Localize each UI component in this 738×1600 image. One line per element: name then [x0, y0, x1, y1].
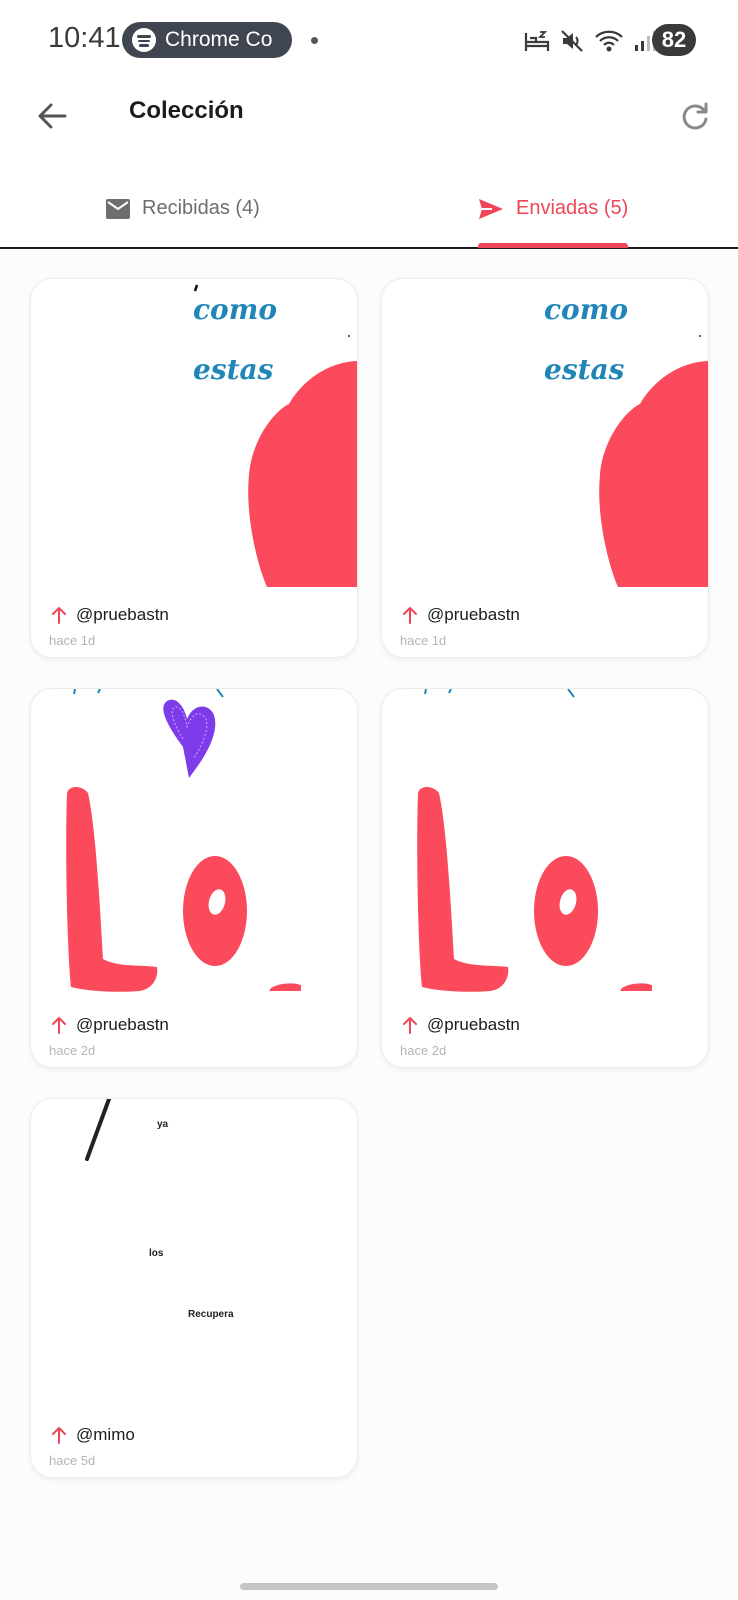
refresh-icon [682, 102, 708, 130]
tab-received-label: Recibidas (4) [142, 197, 260, 219]
drawing-thumbnail [66, 689, 301, 992]
arrow-up-icon [403, 1016, 417, 1034]
card-user: @mimo [51, 1425, 135, 1445]
sent-card[interactable]: @pruebastn hace 2d [30, 688, 358, 1068]
send-icon [479, 198, 503, 219]
page-title: Colección [129, 97, 244, 124]
drawing-text: como [544, 293, 628, 326]
battery-level: 82 [661, 27, 687, 52]
card-username: @pruebastn [76, 1015, 169, 1034]
card-username: @pruebastn [427, 605, 520, 624]
card-timestamp: hace 2d [400, 1043, 447, 1058]
drawing-text: los [149, 1248, 164, 1259]
card-timestamp: hace 5d [49, 1453, 96, 1468]
card-user: @pruebastn [402, 1015, 520, 1035]
card-timestamp: hace 1d [49, 633, 96, 648]
sent-card[interactable]: @pruebastn hace 2d [381, 688, 709, 1068]
arrow-left-icon [38, 103, 67, 129]
system-icons [524, 26, 656, 56]
drawing-text: ya [157, 1119, 169, 1130]
spotify-icon [132, 28, 156, 52]
back-button[interactable] [30, 94, 74, 138]
drawing-text: como [193, 293, 277, 326]
card-username: @pruebastn [427, 1015, 520, 1034]
card-user: @pruebastn [51, 605, 169, 625]
drawing-thumbnail: como estas [193, 284, 357, 587]
arrow-up-icon [52, 1016, 66, 1034]
mute-icon [561, 30, 583, 52]
tab-sent-label: Enviadas (5) [516, 197, 629, 219]
notification-app-name: Chrome Co [165, 28, 273, 51]
arrow-up-icon [403, 606, 417, 624]
media-notification-chip[interactable]: Chrome Co [122, 22, 292, 58]
card-user: @pruebastn [51, 1015, 169, 1035]
sent-card[interactable]: ya los Recupera @mimo hace 5d [30, 1098, 358, 1478]
sent-card[interactable]: como estas @pruebastn hace 1d [30, 278, 358, 658]
mail-icon [106, 198, 130, 219]
card-timestamp: hace 2d [49, 1043, 96, 1058]
card-user: @pruebastn [402, 605, 520, 625]
wifi-icon [595, 30, 623, 52]
tab-received[interactable]: Recibidas (4) [106, 170, 260, 247]
arrow-up-icon [52, 1426, 66, 1444]
battery-indicator: 82 [652, 24, 696, 56]
drawing-thumbnail [417, 689, 652, 992]
notification-dot-icon [311, 37, 318, 44]
selected-tab-indicator [478, 243, 628, 248]
drawing-text: estas [193, 353, 274, 386]
status-time: 10:41 [48, 22, 121, 54]
sleep-mode-icon [524, 31, 550, 51]
card-timestamp: hace 1d [400, 633, 447, 648]
drawing-thumbnail: como estas [544, 293, 708, 587]
tab-sent[interactable]: Enviadas (5) [478, 170, 628, 247]
arrow-up-icon [52, 606, 66, 624]
refresh-button[interactable] [673, 94, 717, 138]
drawing-text: Recupera [188, 1309, 234, 1320]
tab-bar: Recibidas (4) Enviadas (5) [0, 170, 738, 249]
home-indicator[interactable] [240, 1583, 498, 1590]
card-username: @mimo [76, 1425, 135, 1444]
card-username: @pruebastn [76, 605, 169, 624]
drawing-text: estas [544, 353, 625, 386]
sent-card[interactable]: como estas @pruebastn hace 1d [381, 278, 709, 658]
drawing-thumbnail: ya los Recupera [85, 1099, 234, 1320]
app-bar: Colección [0, 80, 738, 170]
status-bar: 10:41 Chrome Co 82 [0, 0, 738, 80]
